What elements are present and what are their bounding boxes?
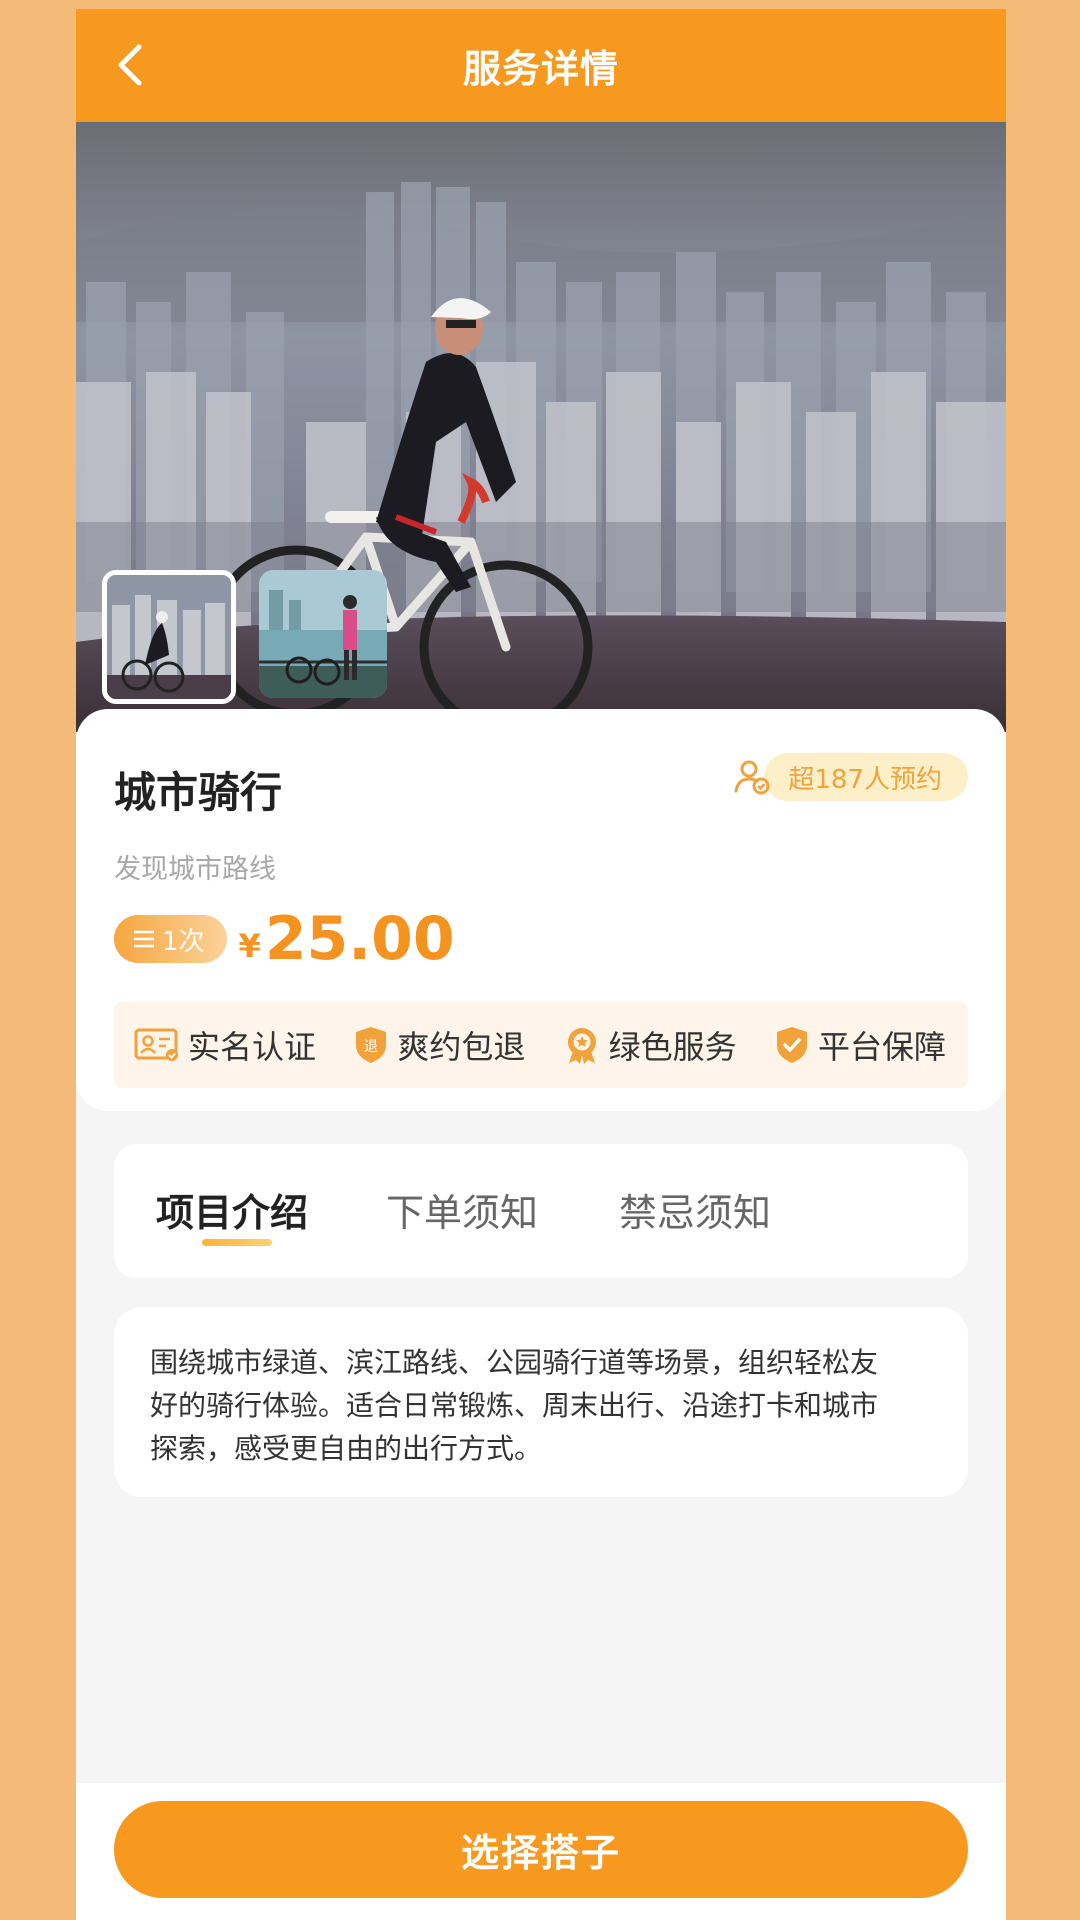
- guarantee-real-name: 实名认证: [134, 1022, 316, 1068]
- tab-taboo-notice[interactable]: 禁忌须知: [619, 1182, 771, 1237]
- unit-badge: 1次: [114, 915, 227, 963]
- description-line: 探索，感受更自由的出行方式。: [150, 1432, 543, 1465]
- service-info-card: 城市骑行 超187人预约 发现城市路线 1次 ¥ 25.00 实名认证 退 爽约…: [76, 709, 1006, 1111]
- description-line: 围绕城市绿道、滨江路线、公园骑行道等场景，组织轻松友: [150, 1346, 879, 1379]
- currency-symbol: ¥: [238, 927, 261, 965]
- hero-image: [76, 122, 1006, 732]
- list-icon: [134, 930, 154, 948]
- price-value: 25.00: [264, 904, 455, 974]
- phone-screen: 服务详情 城市骑行 超187人预约 发现城市路线 1次 ¥ 25.00 实名认证…: [76, 9, 1006, 1920]
- select-partner-button[interactable]: 选择搭子: [114, 1801, 968, 1898]
- shield-check-icon: [776, 1027, 807, 1063]
- guarantee-platform: 平台保障: [774, 1022, 946, 1068]
- guarantee-strip: 实名认证 退 爽约包退 绿色服务 平台保障: [114, 1002, 968, 1088]
- guarantee-label: 爽约包退: [397, 1028, 526, 1066]
- id-card-icon: [134, 1028, 178, 1061]
- service-title: 城市骑行: [114, 768, 283, 817]
- medal-icon: [567, 1028, 596, 1064]
- booked-count-text: 超187人预约: [788, 764, 942, 795]
- unit-label: 1次: [162, 926, 205, 957]
- thumbnail-image: [107, 575, 231, 699]
- svg-text:退: 退: [364, 1039, 378, 1055]
- thumbnail-cyclist-city[interactable]: [102, 570, 236, 704]
- bottom-action-bar: 选择搭子: [76, 1783, 1006, 1920]
- guarantee-label: 绿色服务: [608, 1028, 737, 1066]
- thumbnail-cyclist-lake[interactable]: [259, 570, 387, 698]
- refund-shield-icon: 退: [356, 1027, 387, 1063]
- description-text: 围绕城市绿道、滨江路线、公园骑行道等场景，组织轻松友 好的骑行体验。适合日常锻炼…: [150, 1341, 932, 1470]
- chevron-left-icon: [118, 44, 142, 86]
- page-title: 服务详情: [462, 47, 619, 91]
- guarantee-label: 实名认证: [188, 1028, 317, 1066]
- back-button[interactable]: [108, 43, 152, 87]
- booked-count-badge: 超187人预约: [732, 753, 968, 801]
- user-check-icon: [734, 760, 770, 795]
- description-line: 好的骑行体验。适合日常锻炼、周末出行、沿途打卡和城市: [150, 1389, 879, 1422]
- price-row: 1次 ¥ 25.00: [114, 899, 455, 979]
- guarantee-label: 平台保障: [817, 1028, 946, 1066]
- detail-tabs: 项目介绍 下单须知 禁忌须知: [114, 1144, 968, 1278]
- guarantee-green-service: 绿色服务: [563, 1022, 737, 1068]
- service-subtitle: 发现城市路线: [114, 854, 276, 885]
- top-nav-bar: 服务详情: [76, 9, 1006, 122]
- description-card: 围绕城市绿道、滨江路线、公园骑行道等场景，组织轻松友 好的骑行体验。适合日常锻炼…: [114, 1307, 968, 1497]
- tab-order-notice[interactable]: 下单须知: [386, 1182, 538, 1237]
- active-tab-indicator: [202, 1239, 272, 1246]
- tab-project-intro[interactable]: 项目介绍: [156, 1182, 308, 1237]
- guarantee-refund: 退 爽约包退: [353, 1022, 525, 1068]
- thumbnail-image: [259, 570, 387, 698]
